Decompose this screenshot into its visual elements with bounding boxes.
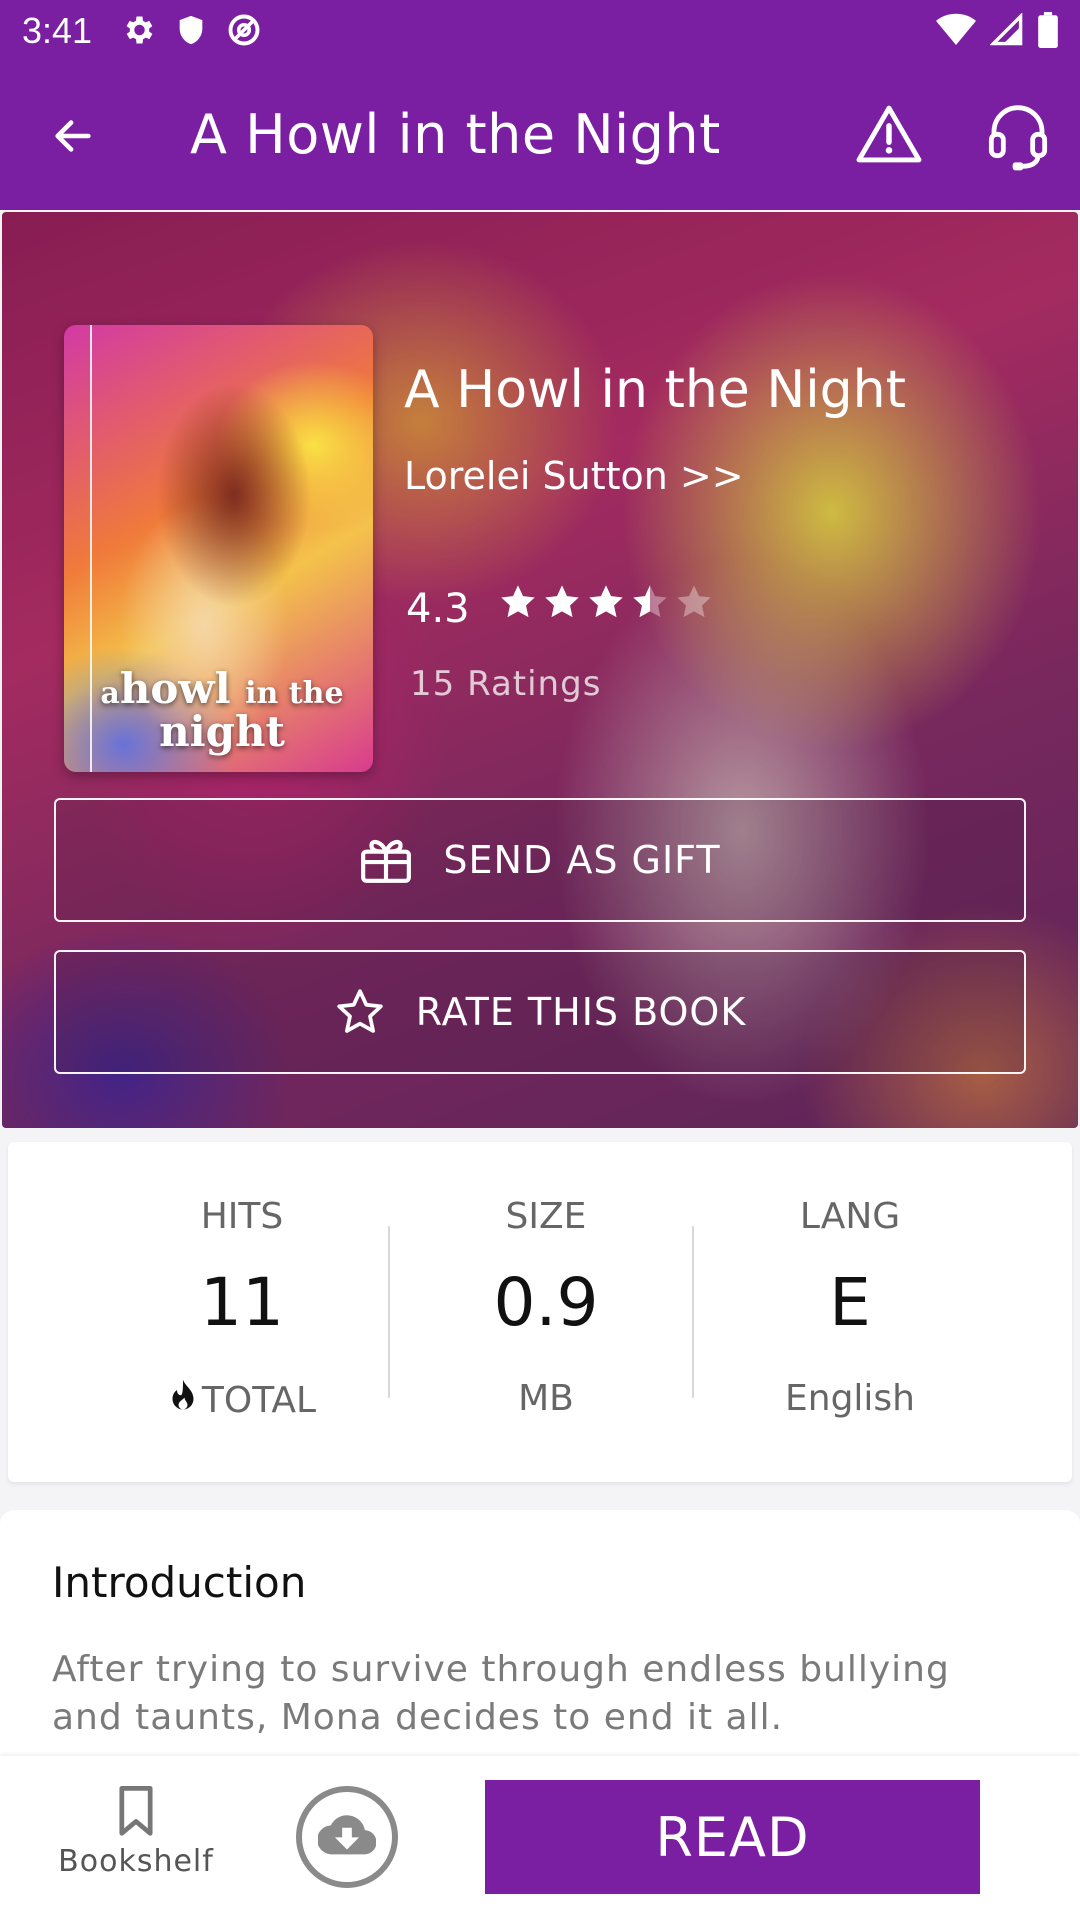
book-cover[interactable]: ahowl in the night [64,325,373,772]
shield-icon [174,12,208,52]
stat-lang-sub: English [785,1378,915,1419]
stat-lang-label: LANG [799,1196,901,1237]
bookshelf-button[interactable]: Bookshelf [56,1786,216,1896]
arrow-left-icon [50,113,96,163]
report-button[interactable] [852,99,926,173]
cloud-download-icon [317,1813,377,1861]
stat-size-sub: MB [518,1378,574,1419]
book-header: ahowl in the night A Howl in the Night L… [2,212,1078,1128]
read-label: READ [655,1805,810,1869]
flame-icon [168,1378,198,1423]
divider [692,1226,694,1398]
support-button[interactable] [978,99,1058,179]
bottom-action-bar: Bookshelf READ [0,1756,1080,1920]
stat-size-value: 0.9 [493,1264,599,1341]
battery-icon [1038,12,1058,52]
wifi-icon [936,13,976,51]
rating-stars [498,582,714,622]
stat-hits-label: HITS [200,1196,284,1237]
ratings-count: 15 Ratings [410,664,602,704]
stat-lang: LANG E English [700,1142,1000,1482]
cover-title: ahowl in the night [100,664,344,756]
signal-icon [989,12,1024,51]
author-link[interactable]: Lorelei Sutton >> [404,454,744,498]
star-outline-icon [334,987,386,1037]
status-icons-left [120,12,262,52]
star-filled-icon [545,585,579,618]
download-button[interactable] [296,1786,398,1888]
stat-hits: HITS 11 TOTAL [92,1142,392,1482]
rate-this-book-button[interactable]: RATE THIS BOOK [54,950,1026,1074]
introduction-heading: Introduction [52,1558,307,1607]
divider [388,1226,390,1398]
stat-hits-sub: TOTAL [92,1378,392,1423]
rating-value: 4.3 [406,586,470,632]
star-empty-icon [677,585,711,618]
warning-icon [856,104,922,168]
send-as-gift-button[interactable]: SEND AS GIFT [54,798,1026,922]
headset-icon [986,102,1050,176]
stat-hits-value: 11 [200,1264,284,1341]
status-time: 3:41 [22,10,93,51]
settings-icon [120,12,156,52]
introduction-text[interactable]: After trying to survive through endless … [52,1646,1012,1742]
back-button[interactable] [40,105,106,171]
app-bar: A Howl in the Night [0,63,1080,210]
rate-this-book-label: RATE THIS BOOK [415,990,747,1034]
stat-lang-value: E [829,1264,871,1341]
page-title: A Howl in the Night [190,103,721,166]
stat-size-label: SIZE [505,1196,587,1237]
bookshelf-label: Bookshelf [58,1844,214,1879]
status-bar: 3:41 [0,0,1080,63]
star-half-icon [633,585,667,618]
star-filled-icon [589,585,623,618]
star-filled-icon [501,585,535,618]
stats-card: HITS 11 TOTAL SIZE 0.9 MB LANG E English [8,1142,1072,1482]
at-sign-icon [226,12,262,52]
read-button[interactable]: READ [485,1780,980,1894]
book-title: A Howl in the Night [404,360,907,420]
stat-size: SIZE 0.9 MB [396,1142,696,1482]
send-as-gift-label: SEND AS GIFT [443,838,721,882]
gift-icon [359,835,413,885]
bookmark-icon [56,1786,216,1838]
status-icons-right [936,12,1058,52]
